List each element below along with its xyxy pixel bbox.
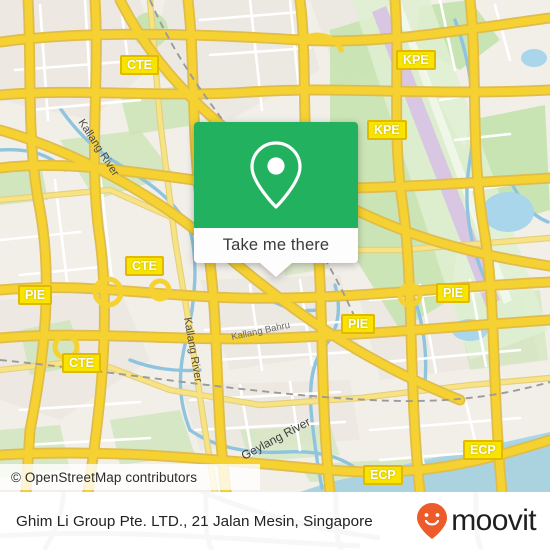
callout-pointer-tail [260,263,292,277]
moovit-smiley-pin-icon [417,503,448,539]
map-screenshot-page: Kallang River Kallang River Geylang Rive… [0,0,550,550]
highway-shield-kpe-1[interactable]: KPE [396,50,436,70]
osm-attribution[interactable]: © OpenStreetMap contributors [0,464,260,490]
highway-shield-pie-2[interactable]: PIE [436,283,471,303]
map-pin-icon [250,141,302,209]
highway-shield-cte-3[interactable]: CTE [62,353,101,373]
highway-shield-kpe-2[interactable]: KPE [367,120,407,140]
highway-shield-pie-1[interactable]: PIE [18,285,53,305]
take-me-there-label: Take me there [222,236,330,254]
highway-shield-cte-2[interactable]: CTE [125,256,164,276]
footer-bar: Ghim Li Group Pte. LTD., 21 Jalan Mesin,… [0,492,550,550]
osm-attribution-text: © OpenStreetMap contributors [11,469,198,485]
place-title: Ghim Li Group Pte. LTD., 21 Jalan Mesin,… [16,512,373,530]
take-me-there-callout[interactable]: Take me there [194,122,358,277]
highway-shield-ecp-2[interactable]: ECP [363,465,403,485]
moovit-wordmark: moovit [451,504,536,537]
highway-shield-cte-1[interactable]: CTE [120,55,159,75]
callout-action-panel[interactable]: Take me there [194,228,358,263]
moovit-logo[interactable]: moovit [416,502,537,540]
highway-shield-ecp-1[interactable]: ECP [463,440,503,460]
highway-shield-pie-3[interactable]: PIE [341,314,376,334]
callout-icon-panel [194,122,358,228]
map-canvas[interactable]: Kallang River Kallang River Geylang Rive… [0,0,550,492]
